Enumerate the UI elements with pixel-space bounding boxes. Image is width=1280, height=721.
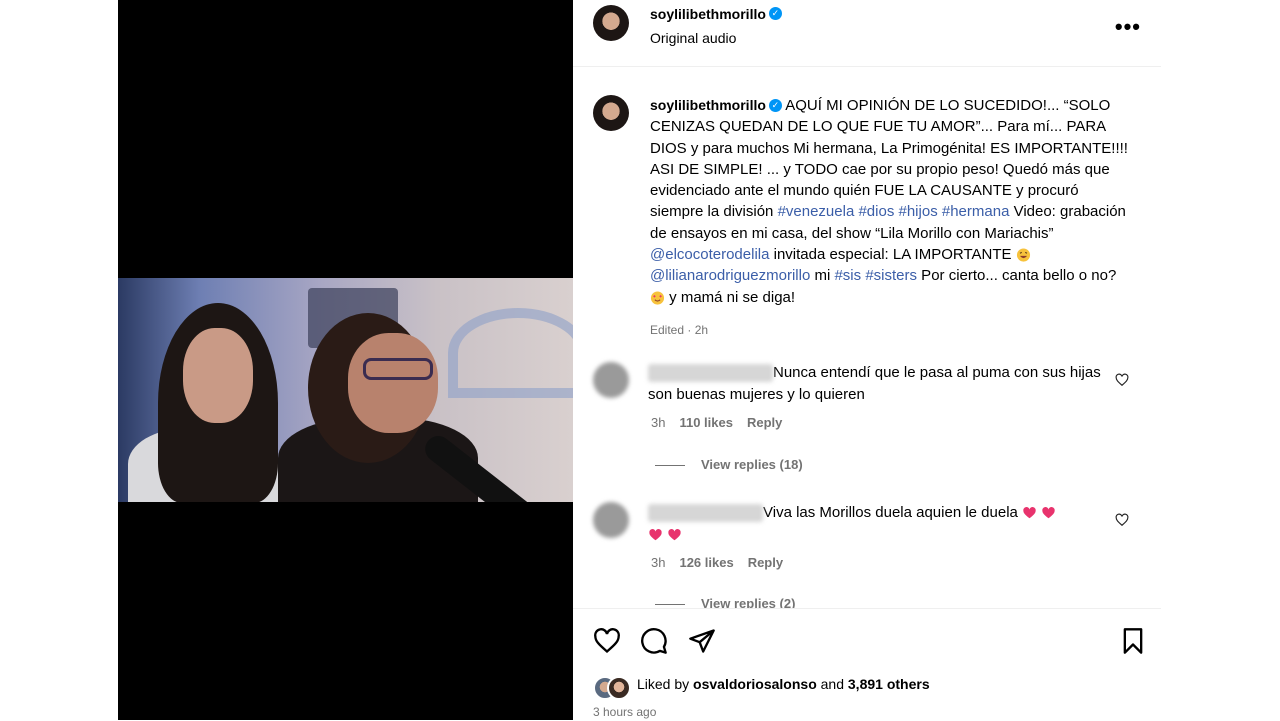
comment-body: Nunca entendí que le pasa al puma con su… (648, 362, 1128, 405)
caption-text: Por cierto... canta bello o no? (917, 267, 1117, 285)
commenter-avatar[interactable] (593, 502, 629, 538)
caption-username[interactable]: soylilibethmorillo (650, 97, 766, 113)
post-actions: Liked by osvaldoriosalonso and 3,891 oth… (573, 608, 1161, 721)
others-count[interactable]: 3,891 others (848, 676, 930, 692)
comment-body: Viva las Morillos duela aquien le duela (648, 502, 1128, 545)
hashtag-link[interactable]: #sisters (865, 267, 917, 284)
background-arch (448, 308, 573, 398)
post-caption: soylilibethmorillo ✓ AQUÍ MI OPINIÓN DE L… (650, 95, 1130, 341)
comment-time: 3h (651, 415, 666, 430)
heart-eyes-emoji-icon (650, 291, 665, 305)
post-panel: soylilibethmorillo ✓ Original audio ••• s… (573, 0, 1161, 721)
laughing-emoji-icon (1016, 248, 1030, 262)
mention-link[interactable]: @lilianarodriguezmorillo (650, 267, 810, 284)
commenter-username-redacted[interactable] (648, 364, 773, 383)
comment-likes[interactable]: 126 likes (679, 555, 733, 570)
post-timestamp: 3 hours ago (593, 705, 657, 719)
caption-text: y mamá ni se diga! (665, 288, 796, 306)
hashtag-link[interactable]: #sis (834, 267, 861, 284)
audio-label[interactable]: Original audio (650, 30, 736, 46)
comment-like-icon[interactable] (1115, 373, 1129, 387)
comment-like-icon[interactable] (1115, 513, 1129, 527)
post-media[interactable] (118, 0, 573, 720)
and-label: and (820, 676, 844, 692)
author-avatar[interactable] (593, 5, 629, 41)
video-player[interactable] (118, 278, 573, 502)
verified-badge-icon: ✓ (768, 7, 782, 21)
person-left-face (183, 328, 253, 423)
caption-author-avatar[interactable] (593, 95, 629, 131)
author-info: soylilibethmorillo ✓ (650, 6, 782, 24)
more-options-icon[interactable]: ••• (1115, 14, 1141, 40)
liked-by-label: Liked by (637, 676, 690, 692)
hashtag-link[interactable]: #hermana (942, 203, 1010, 220)
liker-avatar[interactable] (607, 676, 631, 700)
hashtag-link[interactable]: #venezuela (778, 203, 855, 220)
heart-emoji-icon (1023, 507, 1036, 519)
share-paper-plane-icon[interactable] (688, 627, 716, 655)
view-replies-label: View replies (18) (701, 457, 803, 472)
replies-divider (655, 465, 685, 467)
mention-link[interactable]: @elcocoterodelila (650, 246, 769, 263)
comment-time: 3h (651, 555, 666, 570)
like-heart-icon[interactable] (593, 627, 621, 655)
reply-button[interactable]: Reply (748, 555, 783, 570)
person-right-face (348, 333, 438, 433)
hashtag-link[interactable]: #dios (858, 203, 894, 220)
post-header: soylilibethmorillo ✓ Original audio ••• (573, 0, 1161, 67)
heart-emoji-icon (1042, 507, 1055, 519)
hashtag-link[interactable]: #hijos (899, 203, 938, 220)
glasses (363, 358, 433, 380)
comment-text: Viva las Morillos duela aquien le duela (763, 504, 1018, 521)
comment-meta: 3h 110 likes Reply (651, 415, 782, 430)
replies-divider (655, 604, 685, 606)
caption-text: invitada especial: LA IMPORTANTE (769, 246, 1016, 264)
edited-timestamp: Edited · 2h (650, 322, 709, 337)
heart-emoji-icon (668, 528, 681, 540)
likes-summary: Liked by osvaldoriosalonso and 3,891 oth… (637, 676, 930, 692)
reply-button[interactable]: Reply (747, 415, 782, 430)
view-replies-button[interactable]: View replies (18) (655, 457, 803, 472)
comment-bubble-icon[interactable] (640, 627, 668, 655)
author-username[interactable]: soylilibethmorillo (650, 6, 766, 22)
save-bookmark-icon[interactable] (1119, 627, 1147, 655)
commenter-avatar[interactable] (593, 362, 629, 398)
caption-text: mi (810, 267, 835, 285)
verified-badge-icon: ✓ (768, 98, 782, 112)
comment-meta: 3h 126 likes Reply (651, 555, 783, 570)
commenter-username-redacted[interactable] (648, 504, 763, 523)
heart-emoji-icon (649, 528, 662, 540)
caption-text: AQUÍ MI OPINIÓN DE LO SUCEDIDO!... “SOLO… (650, 97, 1128, 221)
comment-likes[interactable]: 110 likes (679, 415, 733, 430)
liker-username[interactable]: osvaldoriosalonso (693, 676, 817, 692)
